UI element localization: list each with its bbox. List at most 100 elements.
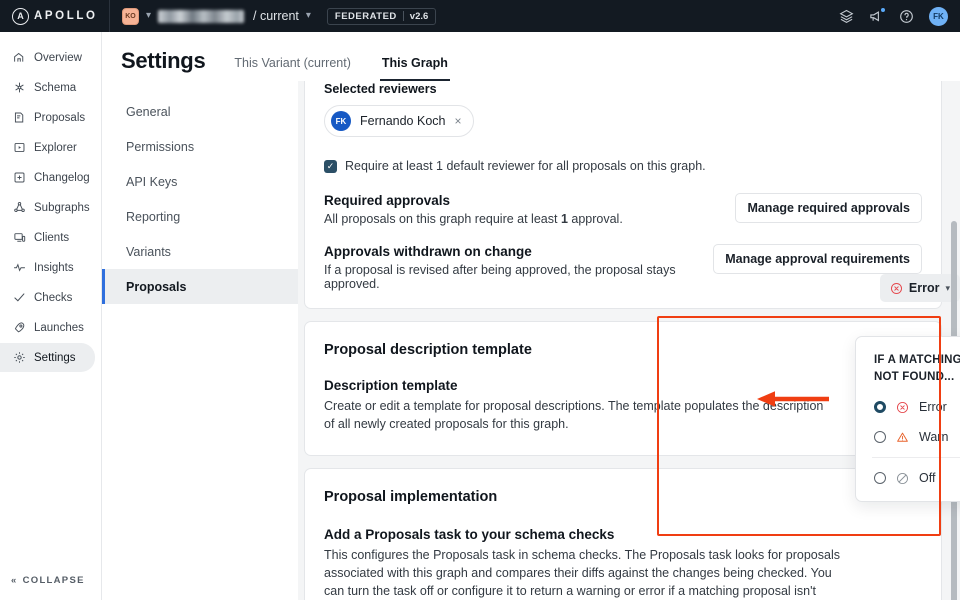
proposal-description-template-card: Proposal description template Descriptio… — [304, 321, 942, 456]
topbar-actions: FK — [839, 6, 960, 26]
error-circle-icon — [890, 282, 902, 294]
dropdown-option-warn[interactable]: Warn — [856, 422, 960, 452]
description-template-label: Description template — [324, 378, 458, 393]
approvals-withdrawn-section: Approvals withdrawn on change If a propo… — [324, 244, 922, 291]
manage-approval-requirements-button[interactable]: Manage approval requirements — [713, 244, 922, 274]
reviewer-chip[interactable]: FK Fernando Koch × — [324, 105, 474, 137]
subnav-item-proposals[interactable]: Proposals — [102, 269, 298, 304]
sidebar-label: Clients — [34, 231, 70, 244]
require-default-reviewer-label: Require at least 1 default reviewer for … — [345, 159, 706, 173]
app-root: A APOLLO KO ▾ / current ▾ FEDERATED v2.6 — [0, 0, 960, 600]
left-sidebar: Overview Schema Proposals Explorer Chang… — [0, 32, 102, 600]
proposal-implementation-title: Proposal implementation — [324, 489, 498, 505]
matching-proposal-dropdown-menu: IF A MATCHING PROPOSAL IS NOT FOUND... E… — [855, 336, 960, 502]
sidebar-item-settings[interactable]: Settings — [0, 343, 95, 372]
matching-proposal-select-value: Error — [908, 281, 940, 295]
require-default-reviewer-row: ✓ Require at least 1 default reviewer fo… — [324, 157, 922, 175]
radio-off[interactable] — [874, 472, 886, 484]
sidebar-label: Changelog — [34, 171, 90, 184]
description-template-description: Create or edit a template for proposal d… — [324, 399, 824, 431]
subnav-item-permissions[interactable]: Permissions — [102, 129, 298, 164]
checks-icon — [12, 291, 26, 305]
layers-icon[interactable] — [839, 9, 854, 24]
proposals-task-description: This configures the Proposals task in sc… — [324, 548, 840, 598]
subnav-item-general[interactable]: General — [102, 94, 298, 129]
apollo-logo[interactable]: A APOLLO — [0, 0, 110, 32]
tab-this-graph[interactable]: This Graph — [379, 56, 450, 81]
sidebar-label: Checks — [34, 291, 73, 304]
dropdown-option-label: Warn — [919, 430, 949, 444]
help-circle-icon[interactable] — [899, 9, 914, 24]
dropdown-heading: IF A MATCHING PROPOSAL IS NOT FOUND... — [874, 354, 960, 383]
warning-triangle-icon — [897, 432, 908, 442]
graph-chevron-down-icon[interactable]: ▾ — [146, 11, 151, 21]
variant-path-label: / current — [253, 9, 299, 23]
sidebar-item-launches[interactable]: Launches — [0, 313, 95, 342]
top-navigation-bar: A APOLLO KO ▾ / current ▾ FEDERATED v2.6 — [0, 0, 960, 32]
sidebar-label: Settings — [34, 351, 76, 364]
graph-name-redacted — [158, 9, 245, 23]
federated-label: FEDERATED — [334, 10, 397, 22]
remove-reviewer-close-icon[interactable]: × — [454, 114, 461, 128]
reviewers-card: Selected reviewers FK Fernando Koch × ✓ … — [304, 81, 942, 309]
dropdown-option-error[interactable]: Error — [856, 392, 960, 422]
explorer-icon — [12, 141, 26, 155]
sidebar-item-proposals[interactable]: Proposals — [0, 103, 95, 132]
matching-proposal-select-trigger[interactable]: Error ▾ — [879, 274, 960, 302]
dropdown-panel: IF A MATCHING PROPOSAL IS NOT FOUND... E… — [855, 336, 960, 502]
sidebar-label: Proposals — [34, 111, 86, 124]
proposal-description-template-title: Proposal description template — [324, 342, 532, 358]
dropdown-option-off[interactable]: Off — [856, 463, 960, 493]
graph-avatar-badge: KO — [122, 7, 139, 25]
overview-icon — [12, 51, 26, 65]
required-approvals-desc-post: approval. — [567, 212, 623, 226]
subgraphs-icon — [12, 201, 26, 215]
megaphone-icon[interactable] — [869, 6, 886, 24]
collapse-sidebar-button[interactable]: « COLLAPSE — [11, 575, 85, 586]
sidebar-item-overview[interactable]: Overview — [0, 43, 95, 72]
page-title: Settings — [121, 48, 206, 73]
settings-subnav: General Permissions API Keys Reporting V… — [102, 81, 298, 600]
launches-icon — [12, 321, 26, 335]
radio-warn[interactable] — [874, 431, 886, 443]
proposal-implementation-card: Proposal implementation Add a Proposals … — [304, 274, 960, 600]
user-avatar[interactable]: FK — [929, 6, 948, 26]
sidebar-label: Explorer — [34, 141, 77, 154]
required-approvals-desc-pre: All proposals on this graph require at l… — [324, 212, 561, 226]
notification-dot — [880, 6, 886, 13]
manage-required-approvals-button[interactable]: Manage required approvals — [735, 193, 922, 223]
sidebar-item-subgraphs[interactable]: Subgraphs — [0, 193, 95, 222]
selected-reviewers-label: Selected reviewers — [324, 82, 437, 96]
required-approvals-description: All proposals on this graph require at l… — [324, 212, 623, 226]
dropdown-option-label: Off — [919, 471, 936, 485]
required-approvals-count: 1 — [560, 212, 568, 226]
off-slash-icon — [896, 472, 909, 484]
sidebar-item-explorer[interactable]: Explorer — [0, 133, 95, 162]
changelog-icon — [12, 171, 26, 185]
badge-divider — [402, 11, 404, 21]
approvals-withdrawn-title: Approvals withdrawn on change — [324, 244, 532, 259]
radio-error[interactable] — [874, 401, 886, 413]
dropdown-option-label: Error — [919, 400, 947, 414]
subnav-item-reporting[interactable]: Reporting — [102, 199, 298, 234]
sidebar-item-insights[interactable]: Insights — [0, 253, 95, 282]
settings-gear-icon — [12, 351, 26, 365]
sidebar-label: Insights — [34, 261, 74, 274]
proposals-task-label: Add a Proposals task to your schema chec… — [324, 527, 615, 542]
sidebar-item-changelog[interactable]: Changelog — [0, 163, 95, 192]
settings-main-column: Selected reviewers FK Fernando Koch × ✓ … — [298, 81, 960, 600]
require-default-reviewer-checkbox[interactable]: ✓ — [324, 159, 337, 173]
variant-chevron-down-icon[interactable]: ▾ — [306, 11, 311, 21]
subnav-item-api-keys[interactable]: API Keys — [102, 164, 298, 199]
collapse-chevrons-icon: « — [11, 575, 18, 586]
subnav-item-variants[interactable]: Variants — [102, 234, 298, 269]
reviewer-name: Fernando Koch — [360, 114, 446, 128]
sidebar-label: Schema — [34, 81, 77, 94]
dropdown-divider — [872, 457, 960, 458]
error-circle-icon — [896, 401, 909, 413]
sidebar-item-clients[interactable]: Clients — [0, 223, 95, 252]
tab-this-variant[interactable]: This Variant (current) — [232, 56, 352, 81]
sidebar-item-checks[interactable]: Checks — [0, 283, 95, 312]
settings-body: General Permissions API Keys Reporting V… — [102, 81, 960, 600]
sidebar-item-schema[interactable]: Schema — [0, 73, 95, 102]
